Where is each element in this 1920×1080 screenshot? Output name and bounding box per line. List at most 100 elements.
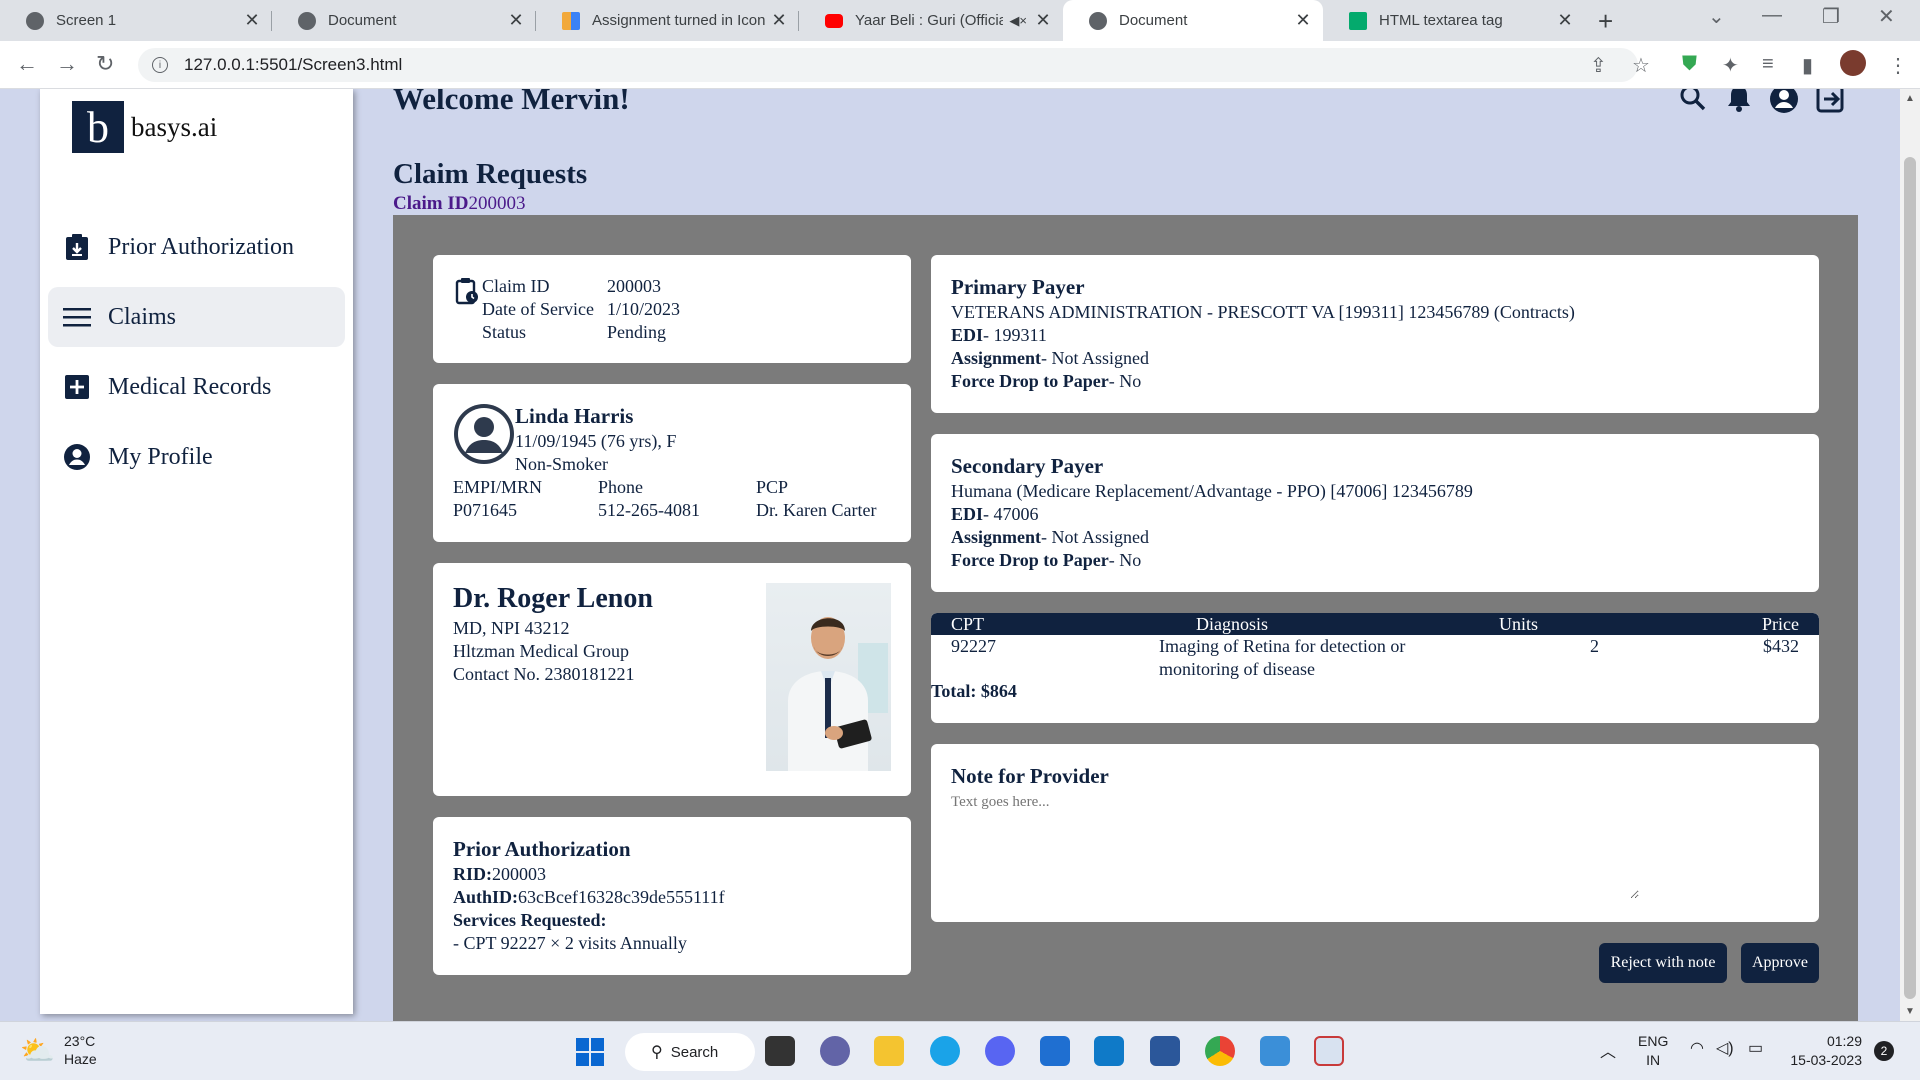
note-title: Note for Provider	[951, 764, 1109, 788]
site-info-icon[interactable]: i	[152, 57, 168, 73]
speaker-mute-icon[interactable]: ◀×	[1009, 13, 1027, 29]
date-of-service-label: Date of Service	[482, 299, 594, 319]
primary-payer-name: VETERANS ADMINISTRATION - PRESCOTT VA [1…	[951, 302, 1575, 322]
approve-button[interactable]: Approve	[1741, 943, 1819, 983]
language-indicator[interactable]: ENG IN	[1638, 1032, 1668, 1070]
minimize-icon[interactable]: —	[1762, 4, 1782, 27]
windows-taskbar: ⛅ 23°C Haze ⚲ Search ︿ ENG IN ◠ ◁) ▭ 01:…	[0, 1021, 1920, 1080]
patient-avatar-icon	[453, 403, 515, 470]
cell-price: $432	[1763, 636, 1799, 656]
wifi-icon[interactable]: ◠	[1690, 1038, 1704, 1058]
claim-id-label: Claim ID	[482, 276, 550, 296]
media-queue-icon[interactable]: ≡	[1762, 53, 1774, 76]
new-tab-button[interactable]: +	[1598, 6, 1613, 37]
side-panel-icon[interactable]: ▮	[1802, 53, 1813, 78]
sidebar-item-claims[interactable]: Claims	[48, 287, 345, 347]
note-card: Note for Provider	[931, 744, 1819, 922]
photos-icon[interactable]	[1260, 1036, 1290, 1066]
bell-icon[interactable]	[1724, 89, 1754, 113]
scrollbar-thumb[interactable]	[1904, 157, 1916, 999]
force-drop-label: Force Drop to Paper	[951, 550, 1109, 570]
taskbar-search[interactable]: ⚲ Search	[625, 1033, 755, 1071]
maximize-icon[interactable]: ❐	[1822, 4, 1840, 29]
close-icon[interactable]: ✕	[1033, 10, 1053, 31]
globe-icon	[26, 11, 44, 30]
edge-browser-icon[interactable]	[930, 1036, 960, 1066]
page-scrollbar[interactable]: ▲ ▼	[1900, 89, 1920, 1021]
notification-badge[interactable]: 2	[1874, 1041, 1894, 1061]
claim-detail-panel: Claim ID 200003 Date of Service 1/10/2023 …	[393, 215, 1858, 1021]
browser-tab[interactable]: Screen 1 ✕	[0, 0, 272, 41]
teams-chat-icon[interactable]	[820, 1036, 850, 1066]
secondary-payer-card: Secondary Payer Humana (Medicare Replace…	[931, 434, 1819, 592]
browser-tab[interactable]: Document ✕	[272, 0, 536, 41]
chrome-icon[interactable]	[1205, 1036, 1235, 1066]
tab-search-icon[interactable]: ⌄	[1708, 4, 1725, 29]
reload-icon[interactable]: ↻	[96, 51, 114, 77]
url-field[interactable]: i 127.0.0.1:5501/Screen3.html	[138, 48, 1638, 82]
profile-avatar[interactable]	[1840, 50, 1866, 76]
close-icon[interactable]: ✕	[769, 10, 789, 31]
word-icon[interactable]	[1150, 1036, 1180, 1066]
forward-icon[interactable]: →	[56, 51, 78, 77]
share-icon[interactable]: ⇪	[1590, 53, 1607, 78]
claim-id-subtitle: Claim ID200003	[393, 193, 525, 215]
window-close-icon[interactable]: ✕	[1878, 4, 1895, 29]
sidebar-item-prior-authorization[interactable]: Prior Authorization	[48, 217, 345, 277]
provider-name: Dr. Roger Lenon	[453, 583, 653, 614]
weather-widget[interactable]: 23°C Haze	[64, 1032, 97, 1068]
logout-icon[interactable]	[1814, 89, 1846, 115]
address-bar-row: ← → ↻ i 127.0.0.1:5501/Screen3.html ⇪ ☆ …	[0, 41, 1920, 89]
claim-id-value: 200003	[607, 276, 661, 296]
tab-title: HTML textarea tag	[1379, 12, 1503, 29]
more-menu-icon[interactable]: ⋮	[1888, 53, 1908, 78]
microsoft-store-icon[interactable]	[1040, 1036, 1070, 1066]
browser-tab[interactable]: Yaar Beli : Guri (Official ◀× ✕	[799, 0, 1063, 41]
close-icon[interactable]: ✕	[1555, 10, 1575, 31]
back-icon[interactable]: ←	[16, 51, 38, 77]
windows-start-icon[interactable]	[576, 1038, 604, 1066]
auth-id-label: AuthID:	[453, 887, 519, 907]
bookmark-star-icon[interactable]: ☆	[1632, 53, 1650, 78]
assignment-value: - Not Assigned	[1041, 527, 1150, 547]
task-view-icon[interactable]	[765, 1036, 795, 1066]
edi-label: EDI	[951, 325, 984, 345]
browser-tab[interactable]: HTML textarea tag ✕	[1323, 0, 1585, 41]
volume-icon[interactable]: ◁)	[1716, 1038, 1734, 1058]
brand-logo[interactable]: b basys.ai	[72, 101, 217, 153]
prior-auth-title: Prior Authorization	[453, 837, 631, 861]
sidebar-item-label: My Profile	[108, 443, 213, 470]
provider-card: Dr. Roger Lenon MD, NPI 43212 Hltzman Me…	[433, 563, 911, 796]
search-icon[interactable]	[1678, 89, 1708, 113]
note-textarea[interactable]	[951, 794, 1639, 899]
system-clock[interactable]: 01:29 15-03-2023	[1788, 1032, 1862, 1070]
reject-with-note-button[interactable]: Reject with note	[1599, 943, 1727, 983]
search-icon: ⚲	[651, 1044, 663, 1061]
battery-icon[interactable]: ▭	[1748, 1038, 1763, 1058]
chevron-up-icon[interactable]: ︿	[1600, 1038, 1616, 1062]
date-of-service-value: 1/10/2023	[607, 299, 681, 319]
tab-title: Assignment turned in Icon |	[592, 12, 769, 29]
edi-value: - 47006	[983, 504, 1039, 524]
account-circle-icon[interactable]	[1768, 89, 1800, 115]
sidebar-item-medical-records[interactable]: Medical Records	[48, 357, 345, 417]
close-icon[interactable]: ✕	[242, 10, 262, 31]
discord-icon[interactable]	[985, 1036, 1015, 1066]
tab-title: Document	[328, 12, 397, 29]
snipping-tool-icon[interactable]	[1314, 1036, 1344, 1066]
pcp-label: PCP	[756, 477, 789, 497]
edi-label: EDI	[951, 504, 984, 524]
sidebar-item-my-profile[interactable]: My Profile	[48, 427, 345, 487]
brand-name: basys.ai	[131, 111, 218, 142]
browser-tab-active[interactable]: Document ✕	[1063, 0, 1323, 41]
vscode-icon[interactable]	[1094, 1036, 1124, 1066]
empi-value: P071645	[453, 500, 518, 520]
shield-extension-icon[interactable]: ⛊	[1682, 53, 1697, 76]
browser-tab[interactable]: Assignment turned in Icon | ✕	[536, 0, 799, 41]
weather-icon[interactable]: ⛅	[20, 1034, 55, 1067]
file-explorer-icon[interactable]	[874, 1036, 904, 1066]
sidebar-item-label: Prior Authorization	[108, 233, 294, 260]
extensions-puzzle-icon[interactable]: ✦	[1722, 53, 1739, 78]
close-icon[interactable]: ✕	[1293, 10, 1313, 31]
close-icon[interactable]: ✕	[506, 10, 526, 31]
